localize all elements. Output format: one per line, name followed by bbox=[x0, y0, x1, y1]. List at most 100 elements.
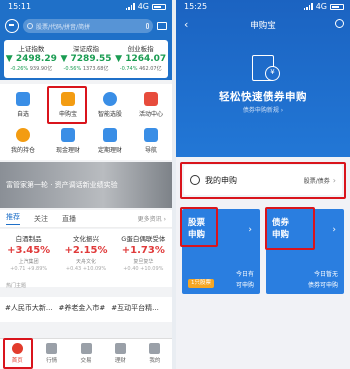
hot-topics-label: 热门主题 bbox=[6, 283, 27, 289]
right-phone-screen: 15:25 4G ‹ 申购宝 轻松快速债券申购 债券申购新规 › 我的申购 股票… bbox=[176, 0, 350, 369]
index-item[interactable]: 上证指数 ▼ 2498.29 -0.26% 939.90亿 bbox=[4, 40, 59, 78]
topic-strip: #人民币大新... #养老金入市# #互动平台精... bbox=[0, 292, 172, 322]
tab-follow[interactable]: 关注 bbox=[34, 214, 48, 224]
tab-finance[interactable]: 理财 bbox=[103, 339, 137, 369]
app-logo-icon[interactable] bbox=[5, 19, 19, 33]
grid-label: 定期理财 bbox=[97, 147, 122, 154]
subscription-category: 股票/债券 bbox=[303, 177, 330, 185]
index-item[interactable]: 创业板指 ▼ 1264.07 -0.74% 462.07亿 bbox=[113, 40, 168, 78]
status-time: 15:25 bbox=[184, 2, 208, 11]
sector-change: +1.73% bbox=[121, 245, 165, 256]
sector-card[interactable]: 白酒制品 +3.45% 上汽集团 +0.71 +9.89% bbox=[0, 229, 57, 287]
my-subscription-row[interactable]: 我的申购 股票/债券 › bbox=[184, 165, 342, 195]
card-title: 股票 申购 bbox=[188, 218, 206, 240]
index-value: ▼ 7289.55 bbox=[60, 54, 112, 64]
hero-subtitle-link[interactable]: 债券申购新规 › bbox=[176, 105, 350, 114]
hot-sectors: 白酒制品 +3.45% 上汽集团 +0.71 +9.89% 文化振兴 +2.15… bbox=[0, 229, 172, 287]
card-status-line2: 债券可申购 bbox=[307, 282, 338, 289]
my-subscription-label: 我的申购 bbox=[205, 175, 237, 185]
gear-icon[interactable] bbox=[335, 19, 344, 28]
grid-label: 活动中心 bbox=[138, 111, 163, 118]
grid-item-activity[interactable]: 活动中心 bbox=[134, 92, 168, 118]
more-news-link[interactable]: 更多资讯 › bbox=[138, 214, 166, 223]
bond-subscription-card[interactable]: 债券 申购 › 今日暂无 债券可申购 bbox=[266, 209, 344, 294]
status-bar: 15:11 4G bbox=[0, 0, 172, 14]
smart-pick-icon bbox=[103, 92, 117, 106]
search-icon bbox=[27, 23, 33, 29]
banner-text: 富管家第一轮 · 资产调话新业绩实验 bbox=[6, 181, 118, 189]
promo-banner[interactable]: 富管家第一轮 · 资产调话新业绩实验 bbox=[0, 162, 172, 208]
finance-icon bbox=[114, 343, 126, 354]
card-status-line1: 今日有 bbox=[235, 271, 254, 278]
tab-label: 理财 bbox=[114, 358, 126, 364]
grid-item-holdings[interactable]: 我的持仓 bbox=[6, 128, 40, 154]
topic-tag[interactable]: #养老金入市# bbox=[59, 303, 106, 316]
grid-item-fixed-finance[interactable]: 定期理财 bbox=[93, 128, 127, 154]
sector-stock: 天舟文化 bbox=[75, 259, 96, 265]
status-bar: 15:25 4G bbox=[176, 0, 350, 14]
grid-item-subscription[interactable]: 申购宝 bbox=[51, 92, 85, 118]
index-change: -0.56% 1373.68亿 bbox=[63, 66, 109, 72]
feature-grid: 自选 申购宝 智能选股 活动中心 我的持仓 现金理财 定期理财 导航 bbox=[0, 84, 172, 160]
grid-label: 申购宝 bbox=[58, 111, 77, 118]
nav-bar: ‹ 申购宝 bbox=[176, 16, 350, 34]
sector-title: 文化振兴 bbox=[72, 235, 99, 243]
sector-card[interactable]: 文化振兴 +2.15% 天舟文化 +0.43 +10.09% bbox=[57, 229, 114, 287]
card-status-line2: 可申购 bbox=[235, 282, 254, 289]
page-title: 申购宝 bbox=[250, 21, 276, 31]
tab-mine[interactable]: 我的 bbox=[138, 339, 172, 369]
microphone-icon[interactable] bbox=[146, 23, 149, 29]
grid-label: 自选 bbox=[16, 111, 29, 118]
tab-trade[interactable]: 交易 bbox=[69, 339, 103, 369]
grid-item-smart-pick[interactable]: 智能选股 bbox=[93, 92, 127, 118]
chevron-right-icon: › bbox=[332, 175, 336, 185]
grid-label: 导航 bbox=[144, 147, 157, 154]
sector-card[interactable]: G蛋白偶联受体 +1.73% 复旦复华 +0.40 +10.09% bbox=[115, 229, 172, 287]
stock-subscription-card[interactable]: 股票 申购 › 今日有 1只股票 可申购 bbox=[182, 209, 260, 294]
sector-stock: 上汽集团 bbox=[18, 259, 39, 265]
sector-sub: +0.71 +9.89% bbox=[10, 266, 48, 272]
chevron-right-icon: › bbox=[332, 225, 336, 235]
subscription-icon bbox=[61, 92, 75, 106]
bottom-tab-bar: 首页 行情 交易 理财 我的 bbox=[0, 338, 172, 369]
grid-label: 我的持仓 bbox=[10, 147, 35, 154]
topic-tag[interactable]: #互动平台精... bbox=[111, 303, 159, 316]
sector-title: G蛋白偶联受体 bbox=[121, 235, 166, 243]
tab-home[interactable]: 首页 bbox=[0, 339, 34, 369]
grid-item-cash[interactable]: 现金理财 bbox=[51, 128, 85, 154]
tab-label: 交易 bbox=[80, 358, 92, 364]
grid-item-watchlist[interactable]: 自选 bbox=[6, 92, 40, 118]
search-placeholder: 股票/代码/拼音/简拼 bbox=[36, 23, 91, 31]
feed-tabs: 推荐 关注 直播 更多资讯 › bbox=[0, 210, 172, 228]
activity-icon bbox=[144, 92, 158, 106]
message-icon[interactable] bbox=[157, 22, 167, 30]
signal-icon bbox=[303, 3, 313, 10]
status-time: 15:11 bbox=[8, 2, 32, 11]
search-input[interactable]: 股票/代码/拼音/简拼 bbox=[23, 19, 153, 33]
sector-change: +3.45% bbox=[7, 245, 51, 256]
index-change: -0.74% 462.07亿 bbox=[119, 66, 162, 72]
grid-label: 智能选股 bbox=[97, 111, 122, 118]
market-icon bbox=[46, 343, 58, 354]
topic-tag[interactable]: #人民币大新... bbox=[5, 303, 53, 316]
tab-recommend[interactable]: 推荐 bbox=[6, 212, 20, 225]
sector-change: +2.15% bbox=[64, 245, 108, 256]
stock-count-badge: 1只股票 bbox=[188, 279, 214, 288]
home-icon bbox=[11, 343, 23, 354]
card-status-line1: 今日暂无 bbox=[313, 271, 338, 278]
cash-icon bbox=[61, 128, 75, 142]
tab-label: 我的 bbox=[149, 358, 161, 364]
index-value: ▼ 2498.29 bbox=[5, 54, 57, 64]
user-icon bbox=[190, 175, 200, 185]
index-item[interactable]: 深证成指 ▼ 7289.55 -0.56% 1373.68亿 bbox=[59, 40, 114, 78]
holdings-icon bbox=[16, 128, 30, 142]
header-area: 15:11 4G 股票/代码/拼音/简拼 上证指数 ▼ 2498.29 -0.2… bbox=[0, 0, 172, 80]
fixed-finance-icon bbox=[103, 128, 117, 142]
tab-label: 行情 bbox=[46, 358, 58, 364]
battery-icon bbox=[152, 3, 166, 10]
tab-market[interactable]: 行情 bbox=[34, 339, 68, 369]
grid-item-nav[interactable]: 导航 bbox=[134, 128, 168, 154]
tab-live[interactable]: 直播 bbox=[62, 214, 76, 224]
trade-icon bbox=[80, 343, 92, 354]
network-label: 4G bbox=[137, 2, 149, 11]
